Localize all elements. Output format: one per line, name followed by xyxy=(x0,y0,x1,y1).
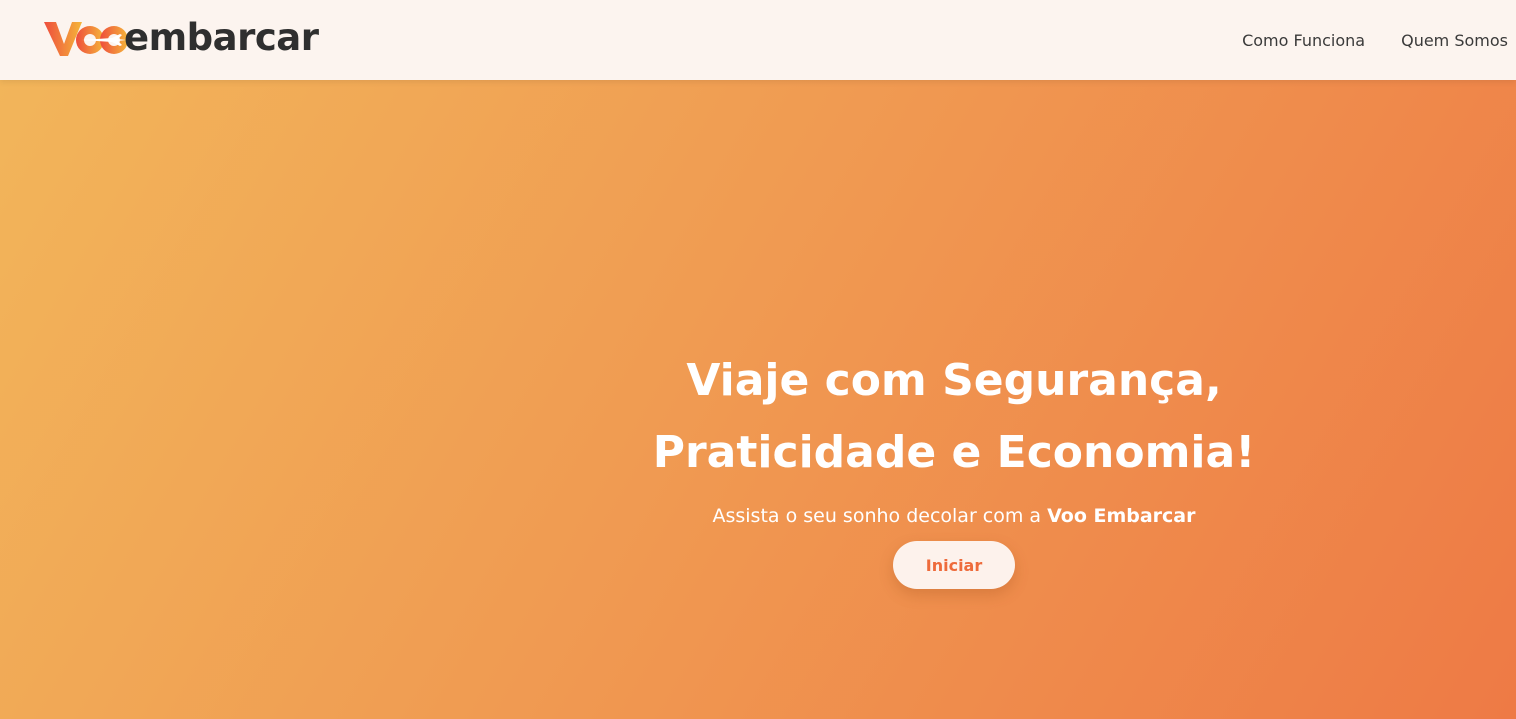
hero-subtitle: Assista o seu sonho decolar com a Voo Em… xyxy=(594,505,1314,527)
hero-title-line-1: Viaje com Segurança, xyxy=(686,355,1222,406)
hero-subtitle-text: Assista o seu sonho decolar com a xyxy=(712,505,1048,527)
site-header: embarcar Como Funciona Quem Somos xyxy=(0,0,1516,80)
hero-title: Viaje com Segurança, Praticidade e Econo… xyxy=(594,345,1314,489)
hero-content: Viaje com Segurança, Praticidade e Econo… xyxy=(594,345,1314,589)
brand-logo[interactable]: embarcar xyxy=(42,14,319,62)
hero-section: Viaje com Segurança, Praticidade e Econo… xyxy=(0,80,1516,719)
brand-wordmark: embarcar xyxy=(124,16,319,59)
start-button[interactable]: Iniciar xyxy=(893,541,1015,589)
voo-logo-mark-icon xyxy=(44,22,128,56)
hero-title-line-2: Praticidade e Economia! xyxy=(652,427,1256,478)
nav-link-como-funciona[interactable]: Como Funciona xyxy=(1242,31,1365,50)
hero-subtitle-brand: Voo Embarcar xyxy=(1047,505,1196,527)
nav-link-quem-somos[interactable]: Quem Somos xyxy=(1401,31,1508,50)
main-nav: Como Funciona Quem Somos xyxy=(1206,0,1508,80)
